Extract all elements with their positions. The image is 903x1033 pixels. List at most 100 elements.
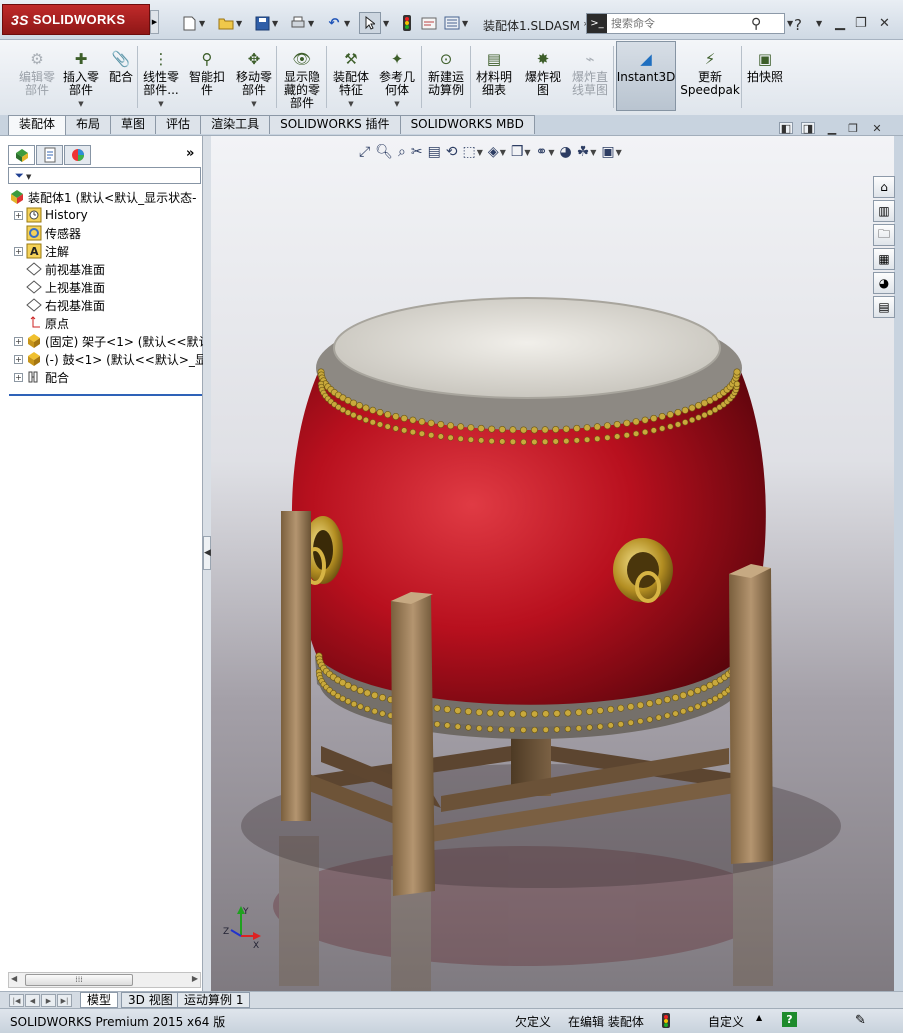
minimize-icon[interactable]: ▁ (835, 16, 845, 31)
ref-geometry-button[interactable]: ✦ 参考几 何体 ▼ (376, 42, 418, 112)
design-library-icon[interactable]: ▥ (873, 200, 895, 222)
dropdown-arrow-icon[interactable]: ▼ (158, 98, 163, 111)
mate-button[interactable]: 📎 配合 (107, 42, 135, 112)
viewport-tile-left-icon[interactable]: ◧ (779, 122, 793, 135)
restore-icon[interactable]: ❐ (855, 16, 867, 31)
notes-icon[interactable]: ✎ (855, 1013, 866, 1028)
insert-part-button[interactable]: ✚ 插入零 部件 ▼ (60, 42, 102, 112)
tree-item[interactable]: + (固定) 架子<1> (默认<<默认 (0, 332, 211, 350)
viewport-restore-icon[interactable]: ❐ (846, 122, 860, 135)
tab-2[interactable]: 草图 (110, 115, 157, 134)
bom-button[interactable]: ▤ 材料明 细表 (475, 42, 513, 112)
menu-expand-arrow[interactable]: ▶ (150, 10, 159, 34)
expand-icon[interactable]: + (14, 354, 23, 364)
tree-item[interactable]: 右视基准面 (0, 296, 201, 314)
appearances-scenes-icon[interactable]: ◕ (873, 272, 895, 294)
viewport-tile-right-icon[interactable]: ◨ (801, 122, 815, 135)
tree-item[interactable]: 前视基准面 (0, 260, 201, 278)
tab-6[interactable]: SOLIDWORKS MBD (399, 115, 535, 134)
panel-expand-icon[interactable]: » (186, 146, 194, 161)
show-hidden-button[interactable]: 👁 显示隐 藏的零 部件 (281, 42, 323, 112)
file-properties-button[interactable] (420, 12, 438, 34)
expand-icon[interactable]: + (14, 246, 23, 256)
expand-icon[interactable]: + (14, 210, 23, 220)
snapshot-button[interactable]: ▣ 拍快照 (745, 42, 785, 112)
section-view-icon[interactable]: ✂ (411, 144, 423, 160)
viewport-minimize-icon[interactable]: ▁ (825, 122, 839, 135)
last-tab-icon[interactable]: ▶| (57, 994, 72, 1007)
solidworks-logo[interactable]: 3S SOLIDWORKS (2, 4, 150, 35)
hide-show-items-icon[interactable]: ❒ ▼ (511, 144, 531, 160)
tree-item[interactable]: + 配合 (0, 368, 201, 386)
assembly-feature-button[interactable]: ⚒ 装配体 特征 ▼ (330, 42, 372, 112)
rebuild-button[interactable] (398, 12, 416, 34)
panel-splitter[interactable]: ◀ (203, 136, 211, 991)
select-button[interactable] (359, 12, 381, 34)
file-explorer-icon[interactable]: 🗀 (873, 224, 895, 246)
drum-model-render[interactable]: Z Y X (211, 136, 894, 991)
search-input[interactable] (611, 17, 751, 30)
expand-icon[interactable]: + (14, 372, 23, 382)
select-dropdown[interactable]: ▼ (382, 12, 389, 34)
viewport-close-icon[interactable]: ✕ (870, 122, 884, 135)
bottom-tab-1[interactable]: 3D 视图 (121, 992, 180, 1008)
tab-0[interactable]: 装配体 (8, 115, 67, 135)
tree-item[interactable]: + A 注解 (0, 242, 201, 260)
exploded-view-button[interactable]: ✸ 爆炸视 图 (523, 42, 563, 112)
next-tab-icon[interactable]: ▶ (41, 994, 56, 1007)
explode-line-button[interactable]: ⌁ 爆炸直 线草图 (569, 42, 611, 112)
display-manager-tab-icon[interactable] (64, 145, 91, 165)
previous-view-icon[interactable]: ⌕ (398, 144, 406, 160)
tree-filter[interactable]: ⏷ ▼ (8, 167, 201, 184)
options-button[interactable]: ▼ (443, 12, 468, 34)
tree-item[interactable]: 装配体1 (默认<默认_显示状态- (0, 188, 201, 206)
dynamic-annotation-icon[interactable]: ▤ (428, 144, 441, 160)
units-status[interactable]: 自定义 (708, 1013, 744, 1030)
tree-item[interactable]: + History (0, 206, 201, 224)
save-button[interactable]: ▼ (253, 12, 278, 34)
undo-button[interactable]: ↶ ▼ (325, 12, 351, 34)
tab-3[interactable]: 评估 (155, 115, 202, 134)
speedpak-button[interactable]: ⚡ 更新 Speedpak (680, 42, 740, 112)
scroll-right-icon[interactable]: ▶ (192, 974, 198, 983)
dropdown-arrow-icon[interactable]: ▼ (394, 98, 399, 111)
bottom-tab-2[interactable]: 运动算例 1 (177, 992, 251, 1008)
tab-4[interactable]: 渲染工具 (200, 115, 271, 134)
tree-item[interactable]: + (-) 鼓<1> (默认<<默认>_显 (0, 350, 207, 368)
move-part-button[interactable]: ✥ 移动零 部件 ▼ (233, 42, 275, 112)
display-pane-icon[interactable]: ▣ ▼ (601, 144, 621, 160)
tab-5[interactable]: SOLIDWORKS 插件 (269, 115, 401, 134)
view-settings-icon[interactable]: ⚭ ▼ (536, 144, 555, 160)
new-document-button[interactable]: ▼ (180, 12, 205, 34)
custom-properties-icon[interactable]: ▤ (873, 296, 895, 318)
quick-tips-icon[interactable]: ? (782, 1012, 797, 1027)
scroll-thumb[interactable]: ⁞⁞⁞ (25, 974, 133, 986)
rollback-bar[interactable] (9, 394, 202, 396)
rotate-icon[interactable]: ⟲ (446, 144, 458, 160)
solidworks-resources-icon[interactable]: ⌂ (873, 176, 895, 198)
bottom-tab-0[interactable]: 模型 (80, 992, 119, 1008)
dropdown-arrow-icon[interactable]: ▼ (251, 98, 256, 111)
scroll-left-icon[interactable]: ◀ (11, 974, 17, 983)
scene-icon[interactable]: ☘ ▼ (577, 144, 597, 160)
expand-icon[interactable]: + (14, 336, 23, 346)
tab-1[interactable]: 布局 (65, 115, 112, 134)
tree-item[interactable]: 上视基准面 (0, 278, 201, 296)
print-button[interactable]: ▼ (289, 12, 314, 34)
zoom-area-icon[interactable]: 🔍︎ (375, 144, 393, 160)
feature-manager-tab-icon[interactable] (8, 145, 35, 165)
property-manager-tab-icon[interactable] (36, 145, 63, 165)
graphics-viewport[interactable]: Z Y X ⤢ 🔍︎ ⌕ ✂ ▤ ⟲ ⬚ ▼ ◈ ▼ ❒ ▼ ⚭ ▼ ◕ ☘ ▼ ▣ ▼ (211, 136, 894, 991)
units-dropdown[interactable]: ▲ (756, 1013, 762, 1022)
prev-tab-icon[interactable]: ◀ (25, 994, 40, 1007)
appearance-icon[interactable]: ◕ (559, 144, 571, 160)
instant3d-button[interactable]: ◢ Instant3D (617, 42, 676, 112)
view-palette-icon[interactable]: ▦ (873, 248, 895, 270)
display-style-icon[interactable]: ◈ ▼ (488, 144, 506, 160)
dropdown-arrow-icon[interactable]: ▼ (78, 98, 83, 111)
linear-pattern-button[interactable]: ⋮ 线性零 部件... ▼ (141, 42, 181, 112)
help-dropdown[interactable]: ▼ (816, 19, 822, 28)
smart-fastener-button[interactable]: ⚲ 智能扣 件 (186, 42, 228, 112)
zoom-to-fit-icon[interactable]: ⤢ (359, 144, 370, 160)
rebuild-status-icon[interactable] (662, 1013, 670, 1031)
